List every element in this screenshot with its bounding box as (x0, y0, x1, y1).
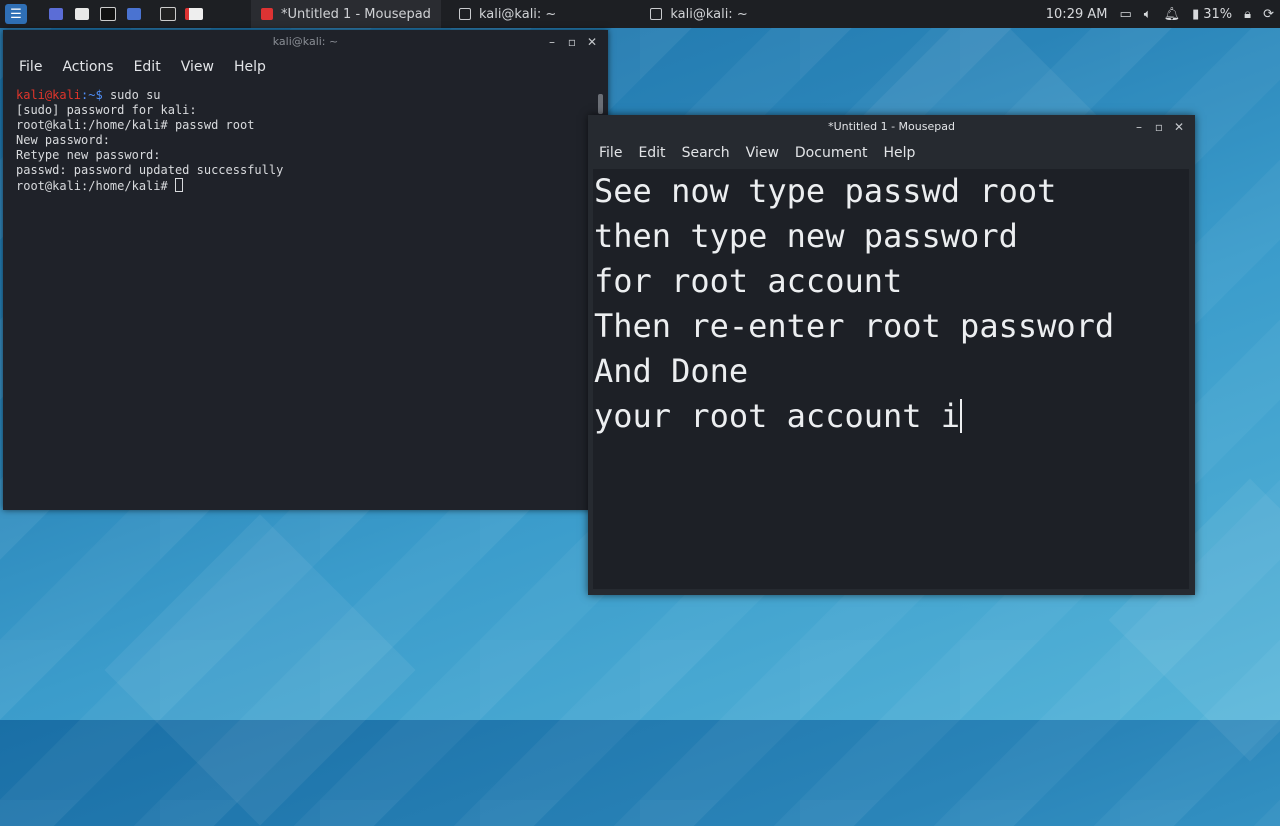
window-controls: – ▫ ✕ (1129, 115, 1189, 139)
top-panel: ☰ *Untitled 1 - Mousepad kali@kali: ~ ka… (0, 0, 1280, 28)
terminal-menubar: File Actions Edit View Help (3, 54, 608, 80)
launcher-area: ☰ (0, 0, 205, 28)
close-icon[interactable]: ✕ (582, 30, 602, 54)
mousepad-titlebar[interactable]: *Untitled 1 - Mousepad – ▫ ✕ (588, 115, 1195, 139)
menu-file[interactable]: File (599, 145, 622, 161)
editor-task-icon[interactable] (183, 4, 205, 24)
terminal-task-icon[interactable] (157, 4, 179, 24)
close-icon[interactable]: ✕ (1169, 115, 1189, 139)
minimize-icon[interactable]: – (1129, 115, 1149, 139)
terminal-launcher-icon[interactable] (97, 4, 119, 24)
prompt-path: :~$ (81, 88, 103, 102)
text-caret (960, 399, 963, 433)
terminal-line: [sudo] password for kali: (16, 103, 197, 117)
lock-icon[interactable]: 🔒︎ (1244, 7, 1251, 22)
terminal-line: root@kali:/home/kali# passwd root (16, 118, 255, 132)
minimize-icon[interactable]: – (542, 30, 562, 54)
prompt-user: kali@kali (16, 88, 82, 102)
terminal-line: root@kali:/home/kali# (16, 179, 175, 193)
terminal-line: sudo su (102, 88, 161, 102)
file-manager-icon[interactable] (71, 4, 93, 24)
menu-help[interactable]: Help (234, 59, 266, 75)
editor-line: And Done (594, 352, 749, 390)
menu-edit[interactable]: Edit (134, 59, 161, 75)
editor-line-current: your root account i (593, 394, 1189, 439)
terminal-line: Retype new password: (16, 148, 161, 162)
menu-view[interactable]: View (746, 145, 779, 161)
menu-file[interactable]: File (19, 59, 42, 75)
clock[interactable]: 10:29 AM (1046, 7, 1108, 22)
maximize-icon[interactable]: ▫ (1149, 115, 1169, 139)
mousepad-window: *Untitled 1 - Mousepad – ▫ ✕ File Edit S… (588, 115, 1195, 595)
editor-line: See now type passwd root (594, 172, 1057, 210)
terminal-scrollbar[interactable] (598, 94, 603, 114)
display-icon[interactable]: ▭ (1119, 7, 1131, 22)
menu-view[interactable]: View (181, 59, 214, 75)
workspace-icon[interactable] (45, 4, 67, 24)
terminal-icon (650, 8, 663, 20)
taskbar: *Untitled 1 - Mousepad kali@kali: ~ kali… (251, 0, 758, 28)
maximize-icon[interactable]: ▫ (562, 30, 582, 54)
task-label: kali@kali: ~ (478, 6, 557, 22)
system-tray: 10:29 AM ▭ 🔈︎ 🔔︎ ▮ 31% 🔒︎ ⟳ (1046, 0, 1280, 28)
task-label: kali@kali: ~ (670, 6, 748, 22)
mousepad-icon (261, 8, 273, 20)
menu-help[interactable]: Help (883, 145, 915, 161)
wallpaper-shape (104, 514, 416, 826)
window-controls: – ▫ ✕ (542, 30, 602, 54)
battery-percent: 31% (1203, 6, 1233, 22)
editor-line: then type new password (594, 217, 1018, 255)
terminal-window: kali@kali: ~ – ▫ ✕ File Actions Edit Vie… (3, 30, 608, 510)
volume-icon[interactable]: 🔈︎ (1144, 7, 1152, 22)
power-icon[interactable]: ⟳ (1263, 7, 1274, 22)
menu-search[interactable]: Search (682, 145, 730, 161)
terminal-line: passwd: password updated successfully (16, 163, 284, 177)
task-terminal-2[interactable]: kali@kali: ~ (640, 0, 757, 28)
menu-document[interactable]: Document (795, 145, 868, 161)
notification-bell-icon[interactable]: 🔔︎ (1164, 7, 1181, 22)
terminal-title: kali@kali: ~ (272, 35, 339, 48)
mousepad-menubar: File Edit Search View Document Help (588, 139, 1195, 167)
task-mousepad[interactable]: *Untitled 1 - Mousepad (251, 0, 441, 28)
terminal-titlebar[interactable]: kali@kali: ~ – ▫ ✕ (3, 30, 608, 54)
terminal-output[interactable]: kali@kali:~$ sudo su [sudo] password for… (3, 80, 608, 202)
menu-edit[interactable]: Edit (638, 145, 665, 161)
kali-menu-icon[interactable]: ☰ (5, 4, 27, 24)
task-label: *Untitled 1 - Mousepad (281, 6, 431, 22)
text-editor[interactable]: See now type passwd root then type new p… (593, 169, 1189, 589)
mousepad-title: *Untitled 1 - Mousepad (828, 120, 955, 133)
menu-actions[interactable]: Actions (62, 59, 113, 75)
browser-icon[interactable] (123, 4, 145, 24)
terminal-line: New password: (16, 133, 110, 147)
editor-line: Then re-enter root password (594, 307, 1115, 345)
task-terminal-1[interactable]: kali@kali: ~ (449, 0, 566, 28)
editor-line-text: your root account i (594, 397, 961, 435)
terminal-icon (458, 8, 471, 20)
editor-line: for root account (594, 262, 903, 300)
battery-icon[interactable]: ▮ (1192, 7, 1199, 22)
terminal-cursor (174, 178, 183, 192)
